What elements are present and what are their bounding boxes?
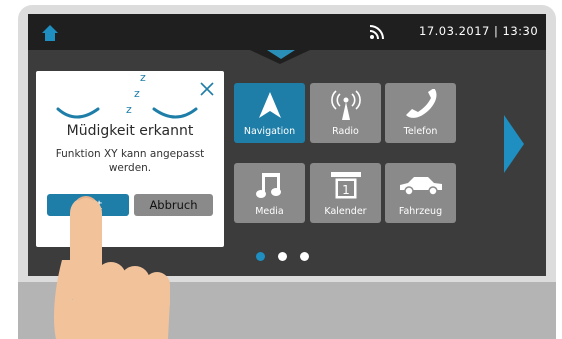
home-icon[interactable]	[41, 24, 59, 42]
dialog-message: Funktion XY kann angepasst werden.	[55, 148, 205, 174]
sleeping-face-icon: z z z	[56, 71, 198, 119]
next-page-arrow[interactable]	[504, 115, 524, 173]
chevron-down-icon[interactable]	[267, 50, 295, 59]
page-indicator-dot[interactable]	[300, 252, 309, 261]
app-tile-telefon[interactable]: Telefon	[385, 83, 456, 143]
app-tile-label: Telefon	[403, 126, 438, 137]
app-tile-label: Radio	[332, 126, 359, 137]
fatigue-alert-dialog: z z z Müdigkeit erkannt Funktion XY kann…	[36, 71, 224, 247]
music-note-icon	[255, 173, 281, 198]
calendar-day: 1	[342, 183, 350, 197]
device-base	[18, 282, 556, 339]
close-icon[interactable]	[199, 81, 215, 97]
app-tile-radio[interactable]: Radio	[310, 83, 381, 143]
dialog-title: Müdigkeit erkannt	[66, 123, 194, 139]
app-tile-label: Media	[255, 206, 284, 217]
app-tile-media[interactable]: Media	[234, 163, 305, 223]
app-tile-label: Kalender	[324, 206, 367, 217]
app-tile-label: Navigation	[243, 126, 296, 137]
wireless-signal-icon	[369, 25, 384, 40]
sleep-letter: z	[134, 87, 140, 100]
app-tile-kalender[interactable]: 1 Kalender	[310, 163, 381, 223]
app-tile-navigation[interactable]: Navigation	[234, 83, 305, 143]
navigation-arrow-icon	[258, 92, 281, 118]
page-indicator-dot[interactable]	[256, 252, 265, 261]
page-indicator-dot[interactable]	[278, 252, 287, 261]
app-tile-fahrzeug[interactable]: Fahrzeug	[385, 163, 456, 223]
status-bar: 17.03.2017 | 13:30	[28, 14, 546, 50]
date-time: 17.03.2017 | 13:30	[419, 24, 539, 38]
radio-antenna-icon	[330, 90, 361, 120]
sleep-letter: z	[140, 71, 146, 84]
cancel-button[interactable]: Abbruch	[134, 194, 213, 216]
app-tile-label: Fahrzeug	[398, 206, 443, 217]
phone-handset-icon	[405, 89, 436, 118]
sleep-letter: z	[126, 103, 132, 116]
calendar-icon: 1	[330, 172, 361, 199]
car-icon	[399, 177, 442, 196]
start-button[interactable]: Start	[47, 194, 129, 216]
